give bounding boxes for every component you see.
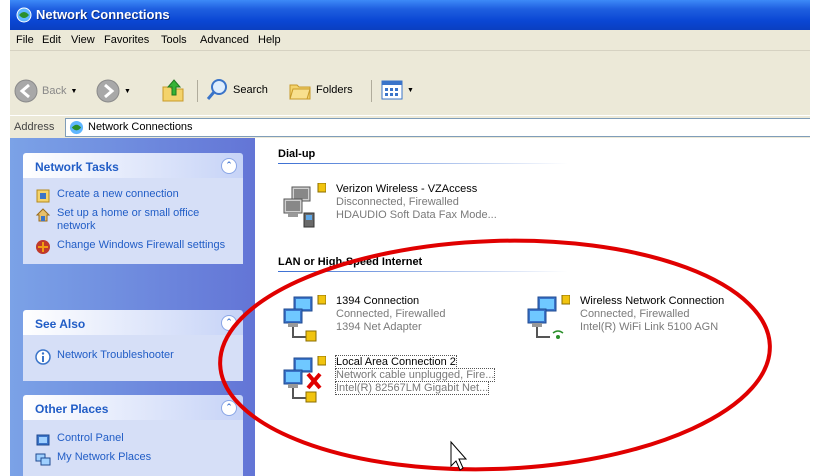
see-also-body: Network Troubleshooter [23, 335, 243, 381]
group-divider [278, 271, 568, 272]
firewall-settings-link[interactable]: Change Windows Firewall settings [35, 239, 235, 254]
window-title: Network Connections [36, 7, 170, 22]
group-header-dialup: Dial-up [278, 148, 316, 160]
connections-view: Dial-up Verizon Wireless - VZAccess Disc… [255, 138, 810, 476]
connection-name: 1394 Connection [336, 295, 420, 307]
network-tasks-panel: Network Tasks ⌃ Create a new connection [23, 153, 243, 264]
connection-device: 1394 Net Adapter [336, 321, 422, 333]
forward-button[interactable]: ▼ [96, 79, 131, 103]
views-button[interactable]: ▼ [381, 80, 414, 100]
lan-connection-icon [283, 295, 326, 342]
see-also-panel: See Also ⌃ Network Troubleshooter [23, 310, 243, 381]
collapse-icon[interactable]: ⌃ [221, 315, 237, 331]
menu-advanced[interactable]: Advanced [200, 34, 249, 46]
address-value: Network Connections [88, 121, 193, 133]
see-also-header[interactable]: See Also ⌃ [23, 310, 243, 335]
network-connections-icon [69, 120, 84, 135]
dialup-connection-icon [283, 183, 326, 228]
views-icon [381, 80, 403, 100]
chevron-down-icon: ▼ [124, 87, 131, 95]
address-bar: Address Network Connections [10, 115, 810, 138]
chevron-down-icon: ▼ [407, 86, 414, 94]
toolbar-separator [371, 80, 372, 102]
home-network-label: Set up a home or small office network [57, 207, 200, 232]
group-divider [278, 163, 568, 164]
network-tasks-header[interactable]: Network Tasks ⌃ [23, 153, 243, 178]
connection-name: Local Area Connection 2 [335, 355, 457, 369]
back-button[interactable]: Back ▼ [14, 79, 77, 103]
firewall-settings-label: Change Windows Firewall settings [57, 239, 226, 251]
address-label: Address [14, 121, 55, 133]
menu-edit[interactable]: Edit [42, 34, 61, 46]
network-places-icon [35, 453, 51, 466]
menu-help[interactable]: Help [258, 34, 281, 46]
menu-view[interactable]: View [71, 34, 95, 46]
menu-favorites[interactable]: Favorites [104, 34, 149, 46]
connection-name: Verizon Wireless - VZAccess [336, 183, 478, 195]
up-folder-icon [162, 79, 184, 102]
network-tasks-title: Network Tasks [35, 160, 119, 174]
folders-label: Folders [316, 84, 353, 96]
group-header-lan: LAN or High-Speed Internet [278, 256, 423, 268]
home-network-link[interactable]: Set up a home or small office network [35, 207, 235, 233]
connection-name: Wireless Network Connection [580, 295, 725, 307]
connection-status: Connected, Firewalled [580, 308, 690, 320]
search-icon [206, 79, 227, 100]
connection-status: Network cable unplugged, Fire... [334, 368, 496, 382]
troubleshooter-label: Network Troubleshooter [57, 349, 174, 361]
other-places-header[interactable]: Other Places ⌃ [23, 395, 243, 420]
my-network-places-link[interactable]: My Network Places [35, 451, 235, 466]
connection-device: Intel(R) 82567LM Gigabit Net... [334, 381, 490, 395]
create-connection-label: Create a new connection [57, 188, 179, 200]
control-panel-icon [36, 434, 50, 446]
lan-disconnected-icon [283, 356, 326, 403]
collapse-icon[interactable]: ⌃ [221, 400, 237, 416]
see-also-title: See Also [35, 317, 86, 331]
connection-device: Intel(R) WiFi Link 5100 AGN [580, 321, 719, 333]
chevron-down-icon: ▼ [70, 87, 78, 95]
create-connection-link[interactable]: Create a new connection [35, 188, 235, 203]
menu-file[interactable]: File [16, 34, 34, 46]
window: Network Connections File Edit View Favor… [10, 0, 810, 476]
up-folder-button[interactable] [160, 77, 186, 103]
connection-device: HDAUDIO Soft Data Fax Mode... [336, 209, 497, 221]
collapse-icon[interactable]: ⌃ [221, 158, 237, 174]
menu-tools[interactable]: Tools [161, 34, 187, 46]
wireless-connection-icon [527, 295, 570, 339]
new-connection-icon [36, 189, 50, 203]
search-label: Search [233, 84, 268, 96]
folders-button[interactable]: Folders [288, 78, 353, 102]
forward-arrow-icon [96, 79, 120, 103]
back-label: Back [42, 85, 67, 97]
toolbar: Back ▼ ▼ Search Folders ▼ [10, 51, 810, 115]
network-connections-icon [16, 7, 32, 23]
home-network-icon [35, 208, 51, 222]
control-panel-label: Control Panel [57, 432, 124, 444]
network-tasks-body: Create a new connection Set up a home or… [23, 178, 243, 264]
task-pane: Network Tasks ⌃ Create a new connection [10, 138, 255, 476]
firewall-icon [36, 240, 50, 254]
connection-status: Connected, Firewalled [336, 308, 446, 320]
menu-bar: File Edit View Favorites Tools Advanced … [10, 30, 810, 51]
title-bar[interactable]: Network Connections [10, 0, 810, 30]
info-icon [35, 349, 51, 365]
other-places-body: Control Panel My Network Places [23, 420, 243, 476]
folders-icon [289, 84, 311, 100]
other-places-title: Other Places [35, 402, 109, 416]
back-arrow-icon [14, 79, 38, 103]
toolbar-separator [197, 80, 198, 102]
control-panel-link[interactable]: Control Panel [35, 432, 235, 446]
connection-status: Disconnected, Firewalled [336, 196, 459, 208]
search-button[interactable]: Search [205, 78, 268, 102]
address-field[interactable]: Network Connections [65, 118, 810, 137]
other-places-panel: Other Places ⌃ Control Panel My Network … [23, 395, 243, 476]
troubleshooter-link[interactable]: Network Troubleshooter [35, 349, 235, 365]
my-network-places-label: My Network Places [57, 451, 152, 463]
